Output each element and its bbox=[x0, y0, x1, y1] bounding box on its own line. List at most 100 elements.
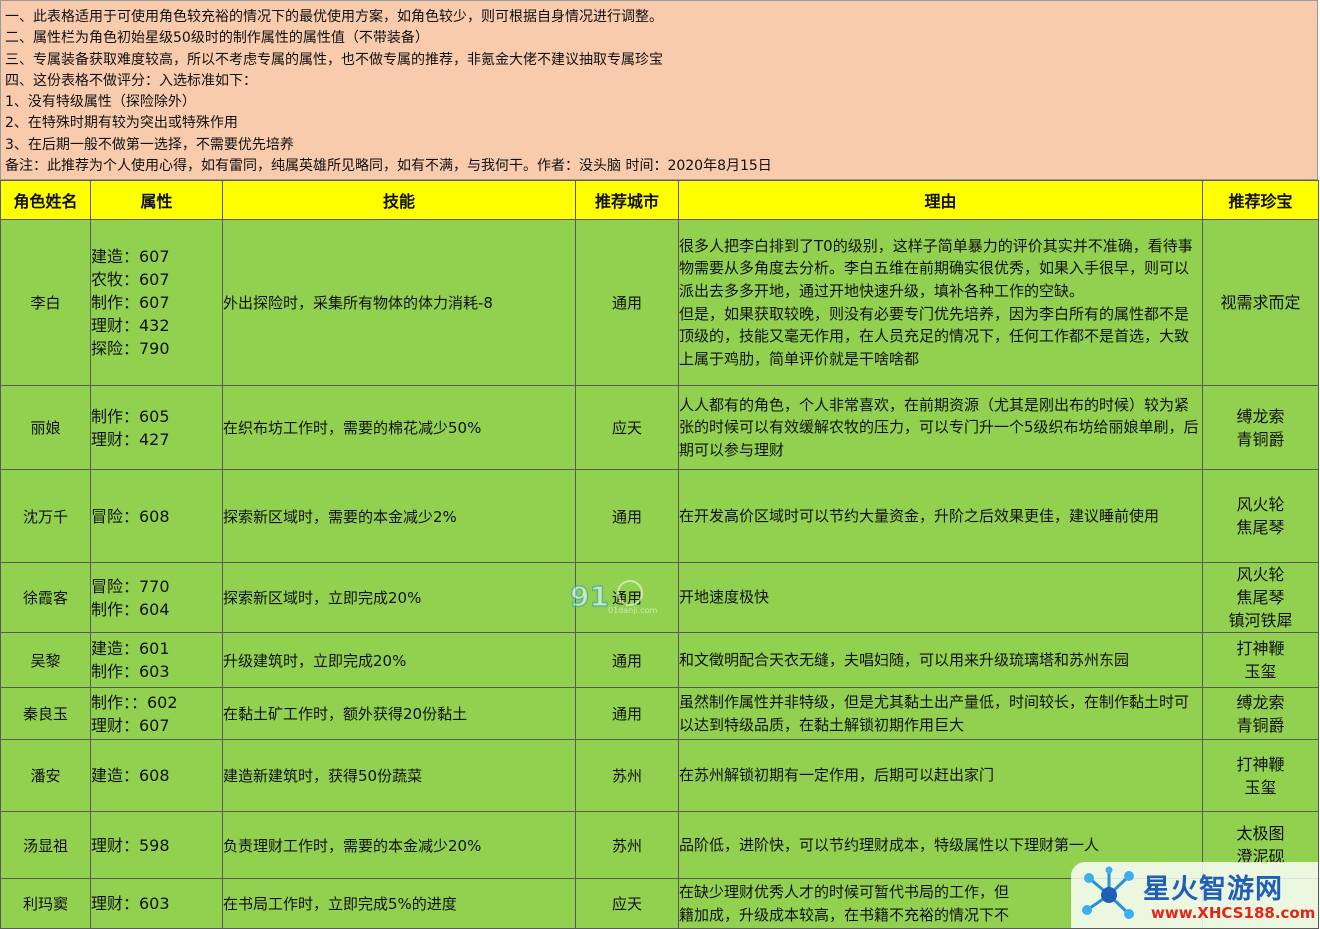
city-cell: 通用 bbox=[575, 219, 679, 386]
reason-text-extra: 但是，如果获取较晚，则没有必要专门优先培养，因为李白所有的属性都不是顶级的，技能… bbox=[679, 304, 1190, 368]
skill-cell: 外出探险时，采集所有物体的体力消耗-8 bbox=[222, 219, 576, 386]
treasure-cell: 风火轮焦尾琴镇河铁犀 bbox=[1202, 562, 1319, 633]
attribute-value: 理财：598 bbox=[91, 835, 170, 855]
city-cell: 通用 bbox=[575, 562, 679, 633]
reason-text: 虽然制作属性并非特级，但是尤其黏土出产量低，时间较长，在制作黏土时可以达到特级品… bbox=[679, 692, 1190, 734]
treasure-item: 玉玺 bbox=[1244, 777, 1277, 797]
site-logo: 星火智游网 www.XHCS188.com bbox=[1071, 862, 1318, 928]
treasure-item: 风火轮 bbox=[1236, 565, 1285, 584]
notes-panel: 一、此表格适用于可使用角色较充裕的情况下的最优使用方案，如角色较少，则可根据自身… bbox=[0, 0, 1318, 180]
note-line: 3、在后期一般不做第一选择，不需要优先培养 bbox=[5, 136, 294, 153]
treasure-item: 视需求而定 bbox=[1220, 293, 1301, 312]
table-header-row: 角色姓名 属性 技能 推荐城市 理由 推荐珍宝 bbox=[0, 180, 1319, 220]
attribute-value: 农牧：607 bbox=[91, 270, 170, 289]
character-name: 李白 bbox=[0, 219, 91, 386]
reason-text: 和文徵明配合天衣无缝，夫唱妇随，可以用来升级琉璃塔和苏州东园 bbox=[679, 650, 1130, 669]
treasure-cell: 视需求而定 bbox=[1202, 219, 1319, 386]
table-row: 徐霞客 冒险：770 制作：604 探索新区域时，立即完成20% 通用 开地速度极快 风火轮… bbox=[0, 562, 1319, 633]
table-row: 秦良玉 制作：：602 理财：607 在黏土矿工作时，额外获得20份黏土 通用 虽然制作属… bbox=[0, 687, 1319, 740]
note-line: 一、此表格适用于可使用角色较充裕的情况下的最优使用方案，如角色较少，则可根据自身… bbox=[5, 9, 663, 25]
logo-url: www.XHCS188.com bbox=[1151, 904, 1316, 922]
recommendation-table: 角色姓名 属性 技能 推荐城市 理由 推荐珍宝 李白 建造：607 农牧：607 制作… bbox=[0, 180, 1319, 929]
attribute-cell: 冒险：770 制作：604 bbox=[90, 562, 223, 633]
reason-cell: 很多人把李白排到了T0的级别，这样子简单暴力的评价其实并不准确，看待事物需要从多… bbox=[678, 219, 1203, 386]
character-name: 丽娘 bbox=[0, 385, 91, 470]
table-row: 丽娘 制作：605 理财：427 在织布坊工作时，需要的棉花减少50% 应天 人人都有的角… bbox=[0, 385, 1319, 470]
city-cell: 苏州 bbox=[575, 811, 679, 879]
reason-text: 在苏州解锁初期有一定作用，后期可以赶出家门 bbox=[679, 766, 995, 785]
reason-text: 在开发高价区域时可以节约大量资金，升阶之后效果更佳，建议睡前使用 bbox=[679, 506, 1160, 525]
note-line: 二、属性栏为角色初始星级50级时的制作属性的属性值（不带装备） bbox=[5, 30, 429, 47]
skill-cell: 探索新区域时，立即完成20% bbox=[222, 562, 576, 633]
reason-cell: 在苏州解锁初期有一定作用，后期可以赶出家门 bbox=[678, 739, 1203, 812]
treasure-item: 风火轮 bbox=[1236, 495, 1285, 514]
table-row: 李白 建造：607 农牧：607 制作：607 理财：432 探险：790 外出探险时，采集… bbox=[0, 219, 1319, 386]
header-treasure: 推荐珍宝 bbox=[1202, 180, 1319, 220]
note-line: 1、没有特级属性（探险除外） bbox=[5, 94, 196, 111]
character-name: 利玛窦 bbox=[0, 878, 91, 929]
attribute-value: 制作：603 bbox=[91, 662, 170, 681]
skill-cell: 建造新建筑时，获得50份蔬菜 bbox=[222, 739, 576, 812]
table-row: 沈万千 冒险：608 探索新区域时，需要的本金减少2% 通用 在开发高价区域时可以节约大… bbox=[0, 469, 1319, 563]
city-cell: 应天 bbox=[575, 385, 679, 470]
logo-name: 星火智游网 bbox=[1143, 874, 1283, 905]
attribute-value: 理财：427 bbox=[91, 429, 170, 449]
reason-text: 开地速度极快 bbox=[679, 588, 770, 607]
table-row: 潘安 建造：608 建造新建筑时，获得50份蔬菜 苏州 在苏州解锁初期有一定作用，后期可… bbox=[0, 739, 1319, 812]
city-cell: 通用 bbox=[575, 687, 679, 740]
reason-text: 很多人把李白排到了T0的级别，这样子简单暴力的评价其实并不准确，看待事物需要从多… bbox=[679, 236, 1193, 300]
treasure-cell: 缚龙索 青铜爵 bbox=[1202, 385, 1319, 470]
attribute-value: 制作：605 bbox=[91, 406, 170, 426]
attribute-value: 冒险：608 bbox=[91, 506, 170, 526]
header-reason: 理由 bbox=[678, 180, 1203, 220]
reason-cell: 在开发高价区域时可以节约大量资金，升阶之后效果更佳，建议睡前使用 bbox=[678, 469, 1203, 563]
network-logo-icon bbox=[1082, 866, 1134, 919]
table-row: 吴黎 建造：601 制作：603 升级建筑时，立即完成20% 通用 和文徵明配合天衣无缝，… bbox=[0, 632, 1319, 688]
treasure-item: 镇河铁犀 bbox=[1228, 611, 1293, 630]
attribute-value: 探险：790 bbox=[91, 339, 170, 358]
header-city: 推荐城市 bbox=[575, 180, 679, 220]
city-cell: 通用 bbox=[575, 469, 679, 563]
reason-cell: 和文徵明配合天衣无缝，夫唱妇随，可以用来升级琉璃塔和苏州东园 bbox=[678, 632, 1203, 688]
reason-cell: 人人都有的角色，个人非常喜欢，在前期资源（尤其是刚出布的时候）较为紧张的时候可以… bbox=[678, 385, 1203, 470]
treasure-cell: 缚龙索 青铜爵 bbox=[1202, 687, 1319, 740]
attribute-value: 建造：607 bbox=[91, 247, 170, 266]
attribute-cell: 制作：：602 理财：607 bbox=[90, 687, 223, 740]
attribute-cell: 建造：608 bbox=[90, 739, 223, 812]
note-line: 三、专属装备获取难度较高，所以不考虑专属的属性，也不做专属的推荐，非氪金大佬不建… bbox=[5, 51, 663, 68]
skill-cell: 探索新区域时，需要的本金减少2% bbox=[222, 469, 576, 563]
reason-text: 品阶低，进阶快，可以节约理财成本，特级属性以下理财第一人 bbox=[679, 835, 1100, 854]
treasure-cell: 打神鞭 玉玺 bbox=[1202, 632, 1319, 688]
character-name: 徐霞客 bbox=[0, 562, 91, 633]
note-line: 四、这份表格不做评分：入选标准如下： bbox=[5, 72, 257, 89]
skill-cell: 在黏土矿工作时，额外获得20份黏土 bbox=[222, 687, 576, 740]
attribute-cell: 理财：603 bbox=[90, 878, 223, 929]
character-name: 沈万千 bbox=[0, 469, 91, 563]
attribute-cell: 建造：601 制作：603 bbox=[90, 632, 223, 688]
skill-cell: 在织布坊工作时，需要的棉花减少50% bbox=[222, 385, 576, 470]
skill-cell: 在书局工作时，立即完成5%的进度 bbox=[222, 878, 576, 929]
attribute-cell: 建造：607 农牧：607 制作：607 理财：432 探险：790 bbox=[90, 219, 223, 386]
skill-cell: 升级建筑时，立即完成20% bbox=[222, 632, 576, 688]
character-name: 汤显祖 bbox=[0, 811, 91, 879]
treasure-item: 打神鞭 bbox=[1236, 639, 1285, 658]
city-cell: 苏州 bbox=[575, 739, 679, 812]
treasure-item: 缚龙索 bbox=[1236, 692, 1285, 712]
treasure-cell: 打神鞭 玉玺 bbox=[1202, 739, 1319, 812]
treasure-item: 缚龙索 bbox=[1236, 406, 1285, 426]
note-line: 2、在特殊时期有较为突出或特殊作用 bbox=[5, 115, 238, 132]
city-cell: 通用 bbox=[575, 632, 679, 688]
attribute-value: 制作：：602 bbox=[91, 692, 178, 712]
treasure-item: 焦尾琴 bbox=[1236, 588, 1285, 607]
character-name: 吴黎 bbox=[0, 632, 91, 688]
treasure-item: 玉玺 bbox=[1244, 662, 1277, 681]
reason-cell: 虽然制作属性并非特级，但是尤其黏土出产量低，时间较长，在制作黏土时可以达到特级品… bbox=[678, 687, 1203, 740]
character-name: 潘安 bbox=[0, 739, 91, 812]
header-skill: 技能 bbox=[222, 180, 576, 220]
attribute-value: 制作：607 bbox=[91, 293, 170, 312]
attribute-cell: 冒险：608 bbox=[90, 469, 223, 563]
attribute-cell: 理财：598 bbox=[90, 811, 223, 879]
attribute-value: 理财：432 bbox=[91, 316, 170, 335]
attribute-value: 理财：603 bbox=[91, 894, 170, 913]
header-attr: 属性 bbox=[90, 180, 223, 220]
